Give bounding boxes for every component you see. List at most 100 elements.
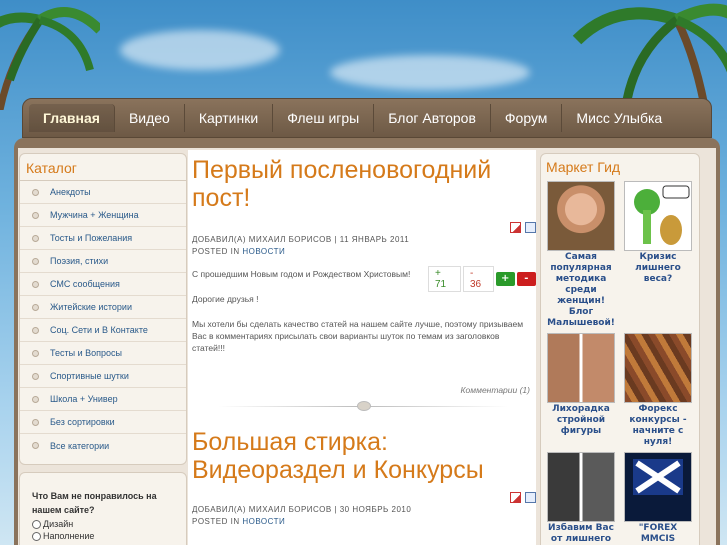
post-meta: ДОБАВИЛ(А) МИХАИЛ БОРИСОВ | 30 НОЯБРЬ 20…	[192, 504, 411, 528]
bullet-icon	[32, 211, 39, 219]
cloud	[330, 55, 530, 90]
nav-item-miss-smile[interactable]: Мисс Улыбка	[562, 104, 676, 132]
nav-item-authors-blog[interactable]: Блог Авторов	[374, 104, 491, 132]
bullet-icon	[32, 326, 39, 334]
catalog-item[interactable]: Житейские истории	[20, 296, 186, 319]
post-category-link[interactable]: НОВОСТИ	[242, 517, 285, 526]
post-tools	[510, 492, 536, 503]
pdf-icon[interactable]	[510, 222, 521, 233]
catalog-item-label: Тосты и Пожелания	[50, 233, 133, 243]
bullet-icon	[32, 188, 39, 196]
bullet-icon	[32, 442, 39, 449]
ad-tile[interactable]: Кризис лишнего веса?	[622, 181, 694, 329]
catalog-item[interactable]: СМС сообщения	[20, 273, 186, 296]
main-content: Первый посленовогодний пост! ДОБАВИЛ(А) …	[188, 150, 536, 545]
post-paragraph: С прошедшим Новым годом и Рождеством Хри…	[192, 269, 411, 279]
catalog-item-label: Поэзия, стихи	[50, 256, 109, 266]
post-title[interactable]: Большая стирка: Видеораздел и Конкурсы	[192, 428, 532, 484]
bullet-icon	[32, 280, 39, 288]
broccoli-icon	[634, 185, 690, 245]
forex-logo-icon	[633, 459, 683, 495]
catalog-item[interactable]: Поэзия, стихи	[20, 250, 186, 273]
nav-item-video[interactable]: Видео	[115, 104, 185, 132]
ad-caption[interactable]: "FOREX MMCIS group"	[622, 523, 694, 545]
ad-tile[interactable]: Избавим Вас от лишнего веса	[545, 452, 617, 545]
bullet-icon	[32, 395, 39, 403]
catalog-item[interactable]: Анекдоты	[20, 181, 186, 204]
poll-option-label: Дизайн	[43, 519, 74, 529]
palm-tree-left	[0, 7, 100, 110]
woman-portrait-image[interactable]	[547, 181, 615, 251]
ad-caption[interactable]: Кризис лишнего веса?	[622, 252, 694, 285]
poll-option[interactable]: Наполнение	[32, 531, 174, 541]
radio-button[interactable]	[32, 519, 41, 529]
post-category-link[interactable]: НОВОСТИ	[242, 247, 285, 256]
post-title[interactable]: Первый посленовогодний пост!	[192, 156, 532, 212]
post-paragraph: Дорогие друзья !	[192, 294, 259, 304]
poll-question: Что Вам не понравилось на нашем сайте?	[32, 491, 157, 515]
money-image[interactable]	[624, 333, 692, 403]
catalog-item-label: Анекдоты	[50, 187, 91, 197]
catalog-item[interactable]: Без сортировки	[20, 411, 186, 434]
post-meta: ДОБАВИЛ(А) МИХАИЛ БОРИСОВ | 11 ЯНВАРЬ 20…	[192, 234, 409, 258]
post: Большая стирка: Видеораздел и Конкурсы	[192, 428, 532, 484]
email-icon[interactable]	[525, 222, 536, 233]
catalog-item-label: Мужчина + Женщина	[50, 210, 139, 220]
catalog-sidebar: Каталог Анекдоты Мужчина + Женщина Тосты…	[19, 153, 187, 465]
posted-in-label: POSTED IN	[192, 517, 240, 526]
catalog-item[interactable]: Школа + Универ	[20, 388, 186, 411]
ad-tile[interactable]: Лихорадка стройной фигуры	[545, 333, 617, 448]
main-navigation: Главная Видео Картинки Флеш игры Блог Ав…	[22, 98, 712, 138]
catalog-item-label: Школа + Универ	[50, 394, 118, 404]
vote-up-button[interactable]: +	[495, 272, 515, 286]
votes-up-count: + 71	[428, 266, 461, 292]
poll-option[interactable]: Дизайн	[32, 519, 174, 529]
catalog-item[interactable]: Все категории	[20, 434, 186, 457]
divider-ornament-icon	[357, 401, 371, 411]
catalog-item-label: СМС сообщения	[50, 279, 120, 289]
ad-caption[interactable]: Лихорадка стройной фигуры	[545, 404, 617, 437]
catalog-item[interactable]: Тосты и Пожелания	[20, 227, 186, 250]
email-icon[interactable]	[525, 492, 536, 503]
bullet-icon	[32, 372, 39, 380]
market-guide: Маркет Гид Самая популярная методика сре…	[540, 153, 700, 545]
catalog-item-label: Житейские истории	[50, 302, 132, 312]
post-paragraph: Мы хотели бы сделать качество статей на …	[192, 319, 524, 353]
catalog-item-label: Без сортировки	[50, 417, 115, 427]
radio-button[interactable]	[32, 531, 41, 541]
ad-tile[interactable]: Форекс конкурсы - начните с нуля!	[622, 333, 694, 448]
catalog-item-label: Спортивные шутки	[50, 371, 129, 381]
catalog-title: Каталог	[20, 154, 186, 181]
pdf-icon[interactable]	[510, 492, 521, 503]
ad-caption[interactable]: Самая популярная методика среди женщин! …	[545, 252, 617, 329]
market-guide-title: Маркет Гид	[546, 159, 621, 175]
catalog-item-label: Все категории	[50, 440, 110, 451]
catalog-item[interactable]: Спортивные шутки	[20, 365, 186, 388]
ad-caption[interactable]: Форекс конкурсы - начните с нуля!	[622, 404, 694, 448]
nav-item-home[interactable]: Главная	[29, 104, 115, 132]
catalog-item[interactable]: Соц. Сети и В Контакте	[20, 319, 186, 342]
ad-tile[interactable]: "FOREX MMCIS group"	[622, 452, 694, 545]
poll-widget: Что Вам не понравилось на нашем сайте? Д…	[19, 472, 187, 545]
poll-option-label: Наполнение	[43, 531, 95, 541]
catalog-item[interactable]: Тесты и Вопросы	[20, 342, 186, 365]
ad-tile[interactable]: Самая популярная методика среди женщин! …	[545, 181, 617, 329]
catalog-item-label: Тесты и Вопросы	[50, 348, 122, 358]
vote-down-button[interactable]: -	[516, 272, 536, 286]
catalog-item-label: Соц. Сети и В Контакте	[50, 325, 148, 335]
weight-loss-image[interactable]	[547, 452, 615, 522]
broccoli-cartoon-image[interactable]	[624, 181, 692, 251]
post: Первый посленовогодний пост!	[192, 156, 532, 212]
before-after-image[interactable]	[547, 333, 615, 403]
forex-logo-image[interactable]	[624, 452, 692, 522]
nav-item-flash-games[interactable]: Флеш игры	[273, 104, 375, 132]
nav-item-pictures[interactable]: Картинки	[185, 104, 274, 132]
vote-widget: + 71 - 36 + -	[428, 266, 536, 292]
comments-link[interactable]: Комментарии (1)	[461, 385, 530, 395]
post-author-date: ДОБАВИЛ(А) МИХАИЛ БОРИСОВ | 30 НОЯБРЬ 20…	[192, 505, 412, 514]
nav-item-forum[interactable]: Форум	[491, 104, 563, 132]
bullet-icon	[32, 257, 39, 265]
ad-caption[interactable]: Избавим Вас от лишнего веса	[545, 523, 617, 545]
catalog-item[interactable]: Мужчина + Женщина	[20, 204, 186, 227]
catalog-list: Анекдоты Мужчина + Женщина Тосты и Пожел…	[20, 181, 186, 457]
